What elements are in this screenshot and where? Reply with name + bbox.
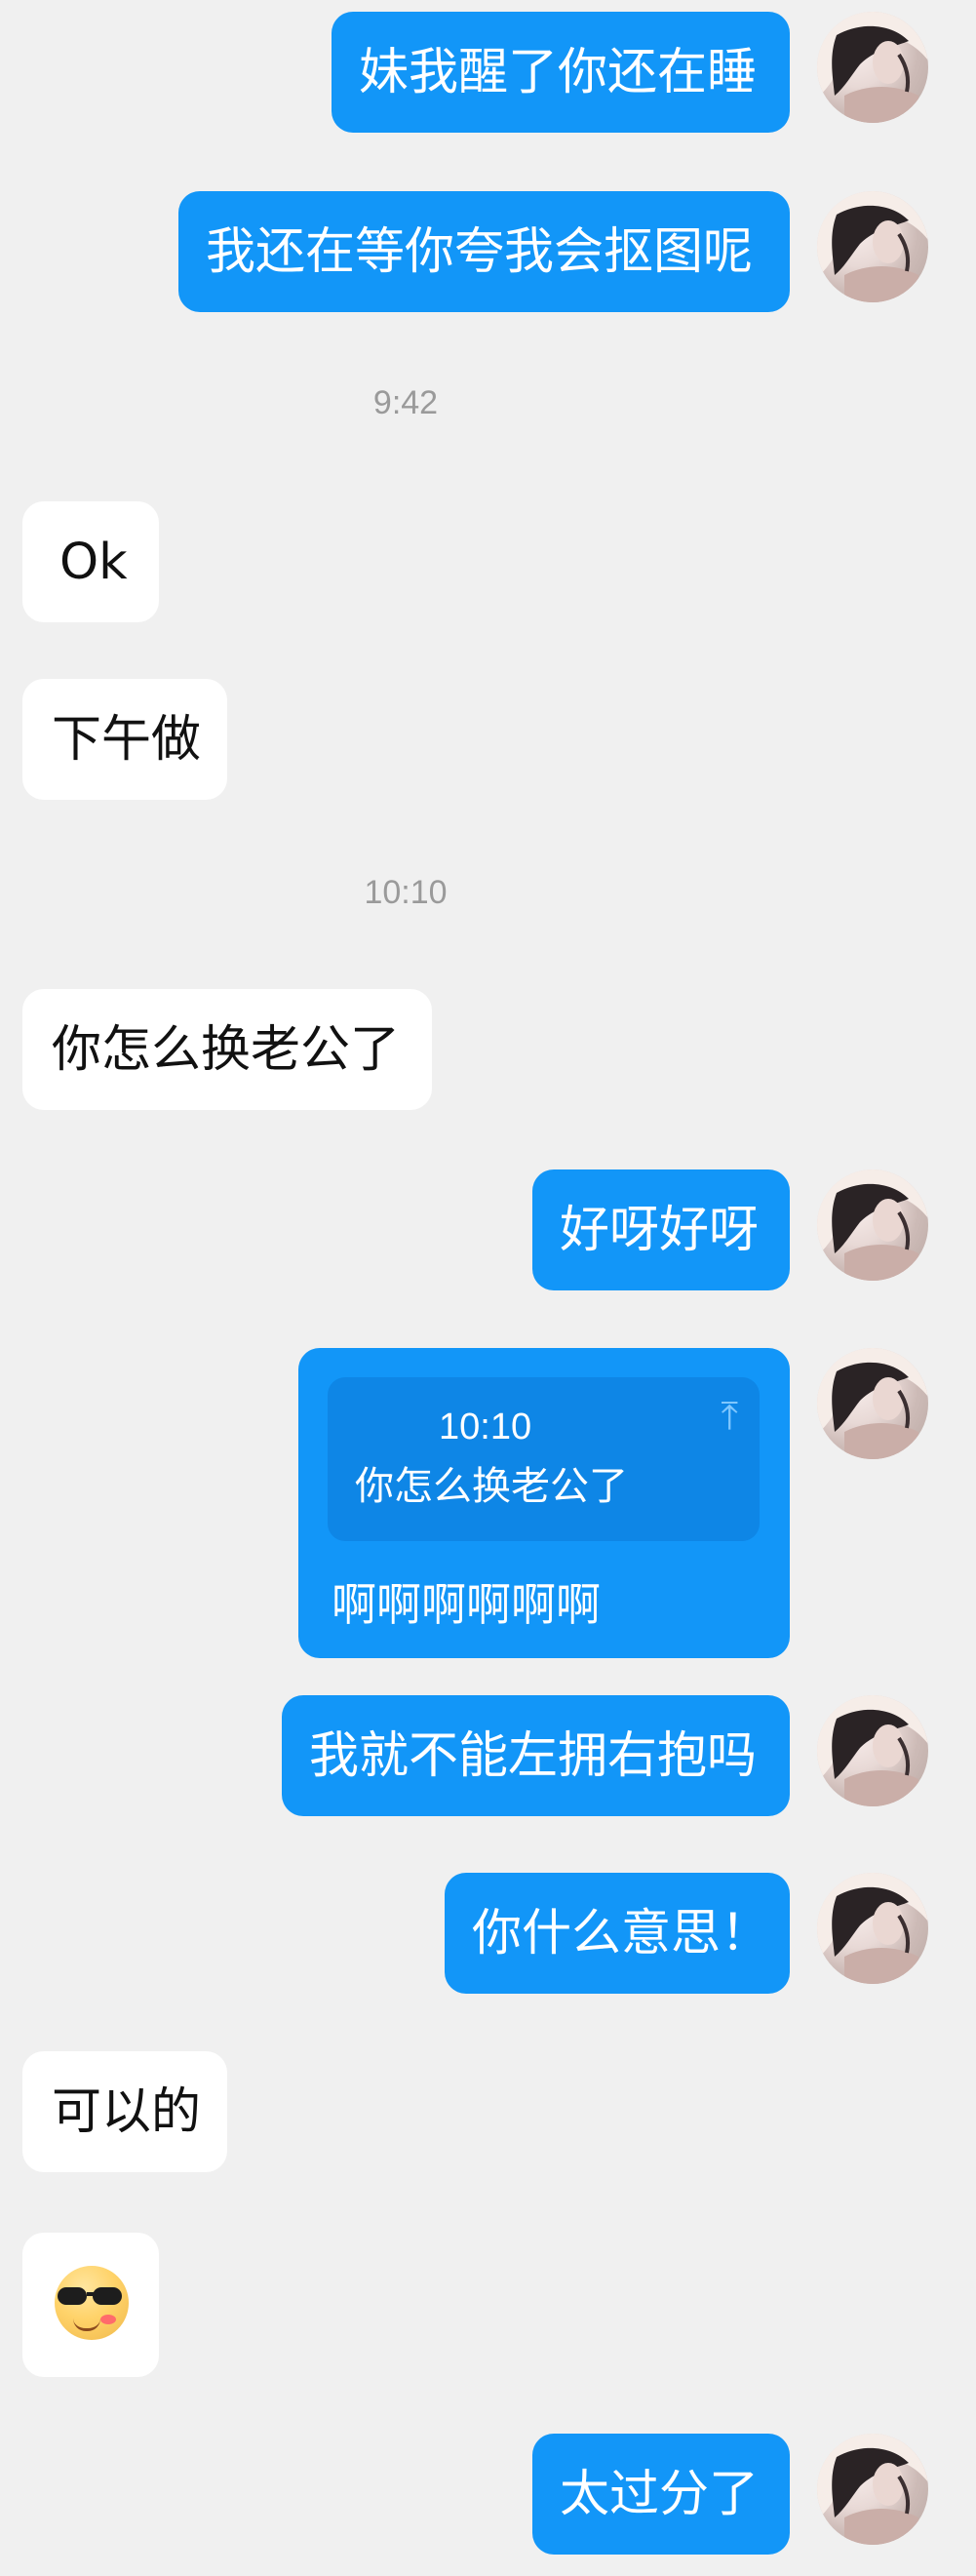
avatar[interactable] — [817, 1348, 928, 1459]
message-text: Ok — [59, 533, 128, 591]
avatar-icon — [817, 1348, 928, 1459]
message-bubble-incoming[interactable]: 下午做 — [22, 679, 227, 800]
avatar[interactable] — [817, 191, 928, 302]
message-bubble-outgoing-quote[interactable]: 10:10 你怎么换老公了 ⤒ 啊啊啊啊啊啊 — [298, 1348, 790, 1658]
sunglasses-icon — [93, 2287, 122, 2305]
message-text: 可以的 — [52, 2082, 202, 2141]
quoted-text: 你怎么换老公了 — [355, 1464, 628, 1509]
message-text: 太过分了 — [560, 2465, 760, 2523]
message-text: 你什么意思！ — [472, 1904, 771, 1962]
arrow-up-icon[interactable]: ⤒ — [721, 1397, 738, 1436]
quoted-message-box[interactable]: 10:10 你怎么换老公了 ⤒ — [328, 1377, 760, 1541]
avatar[interactable] — [817, 1695, 928, 1806]
timestamp: 10:10 — [364, 874, 448, 911]
message-bubble-outgoing[interactable]: 你什么意思！ — [445, 1873, 790, 1994]
message-text: 我还在等你夸我会抠图呢 — [206, 222, 754, 281]
emoji-message-bubble[interactable] — [22, 2233, 159, 2377]
message-text: 你怎么换老公了 — [52, 1020, 401, 1079]
message-bubble-outgoing[interactable]: 我还在等你夸我会抠图呢 — [178, 191, 790, 312]
message-text: 好呀好呀 — [560, 1201, 760, 1259]
reply-text: 啊啊啊啊啊啊 — [332, 1578, 601, 1631]
message-bubble-incoming[interactable]: 可以的 — [22, 2051, 227, 2172]
sunglasses-bridge-icon — [87, 2292, 95, 2296]
message-text: 下午做 — [52, 710, 202, 769]
message-text: 妹我醒了你还在睡 — [359, 43, 758, 101]
avatar[interactable] — [817, 1169, 928, 1281]
avatar-icon — [817, 1169, 928, 1281]
message-text: 我就不能左拥右抱吗 — [309, 1726, 758, 1785]
message-bubble-outgoing[interactable]: 妹我醒了你还在睡 — [332, 12, 790, 133]
avatar[interactable] — [817, 2434, 928, 2545]
timestamp: 9:42 — [372, 384, 439, 421]
avatar-icon — [817, 2434, 928, 2545]
cheek-icon — [100, 2315, 116, 2324]
avatar[interactable] — [817, 12, 928, 123]
sunglasses-icon — [58, 2287, 87, 2305]
quoted-time: 10:10 — [439, 1407, 532, 1447]
message-bubble-outgoing[interactable]: 好呀好呀 — [532, 1169, 790, 1290]
avatar[interactable] — [817, 1873, 928, 1984]
message-bubble-outgoing[interactable]: 太过分了 — [532, 2434, 790, 2555]
avatar-icon — [817, 191, 928, 302]
avatar-icon — [817, 1695, 928, 1806]
message-bubble-incoming[interactable]: Ok — [22, 501, 159, 622]
avatar-icon — [817, 12, 928, 123]
message-bubble-outgoing[interactable]: 我就不能左拥右抱吗 — [282, 1695, 790, 1816]
message-bubble-incoming[interactable]: 你怎么换老公了 — [22, 989, 432, 1110]
avatar-icon — [817, 1873, 928, 1984]
